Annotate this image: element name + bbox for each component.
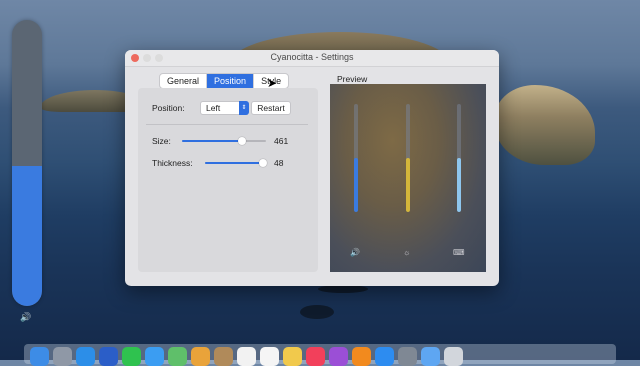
finder-icon[interactable] (30, 347, 49, 366)
thickness-slider-knob[interactable] (258, 159, 267, 167)
preview-brightness-level (406, 158, 410, 212)
position-select[interactable]: Left ⇕ (200, 101, 249, 115)
size-slider-fill (182, 140, 243, 142)
volume-hud-bar (12, 20, 42, 306)
contacts-icon[interactable] (214, 347, 233, 366)
size-value: 461 (274, 136, 289, 146)
preview-label: Preview (337, 74, 368, 84)
facetime-icon[interactable] (122, 347, 141, 366)
preview-volume-bar (354, 104, 358, 212)
title-bar[interactable]: Cyanocitta - Settings (125, 50, 499, 67)
trash-icon[interactable] (444, 347, 463, 366)
speaker-icon: 🔊 (350, 248, 360, 257)
dock (24, 344, 616, 366)
appstore-icon[interactable] (375, 347, 394, 366)
volume-hud-level (12, 165, 42, 306)
mouse-cursor-icon: ➤ (267, 76, 278, 90)
background-rock (318, 285, 368, 293)
speaker-icon: 🔊 (20, 312, 32, 322)
launchpad-icon[interactable] (53, 347, 72, 366)
podcasts-icon[interactable] (329, 347, 348, 366)
restart-button[interactable]: Restart (251, 101, 291, 115)
divider (146, 124, 308, 125)
background-rock (300, 305, 334, 319)
mail-icon[interactable] (145, 347, 164, 366)
notes-icon[interactable] (283, 347, 302, 366)
system-preferences-icon[interactable] (398, 347, 417, 366)
calendar-icon[interactable] (237, 347, 256, 366)
preview-volume-level (354, 158, 358, 212)
position-label: Position: (152, 103, 185, 113)
reminders-icon[interactable] (260, 347, 279, 366)
size-slider[interactable] (182, 137, 266, 145)
preview-area: 🔊 ☼ ⌨ (330, 84, 486, 272)
xcode-icon[interactable] (99, 347, 118, 366)
chevron-updown-icon: ⇕ (239, 101, 249, 115)
settings-window: Cyanocitta - Settings General Position S… (125, 50, 499, 286)
tab-general[interactable]: General (160, 74, 208, 88)
position-select-value: Left (206, 103, 221, 113)
size-label: Size: (152, 136, 171, 146)
folder-icon[interactable] (421, 347, 440, 366)
photos-icon[interactable] (191, 347, 210, 366)
books-icon[interactable] (352, 347, 371, 366)
window-title: Cyanocitta - Settings (270, 52, 354, 62)
keyboard-light-icon: ⌨ (453, 248, 465, 257)
thickness-label: Thickness: (152, 158, 193, 168)
music-icon[interactable] (306, 347, 325, 366)
thickness-value: 48 (274, 158, 284, 168)
size-slider-knob[interactable] (238, 137, 247, 145)
preview-keyboard-light-bar (457, 104, 461, 212)
maps-icon[interactable] (168, 347, 187, 366)
preview-brightness-bar (406, 104, 410, 212)
sun-icon: ☼ (403, 248, 411, 257)
position-settings-panel: Position: Left ⇕ Restart Size: 461 Thick… (138, 88, 318, 272)
tab-position[interactable]: Position (207, 74, 255, 88)
thickness-slider[interactable] (205, 159, 267, 167)
thickness-slider-fill (205, 162, 263, 164)
safari-icon[interactable] (76, 347, 95, 366)
background-island (495, 85, 595, 165)
preview-keyboard-light-level (457, 158, 461, 212)
